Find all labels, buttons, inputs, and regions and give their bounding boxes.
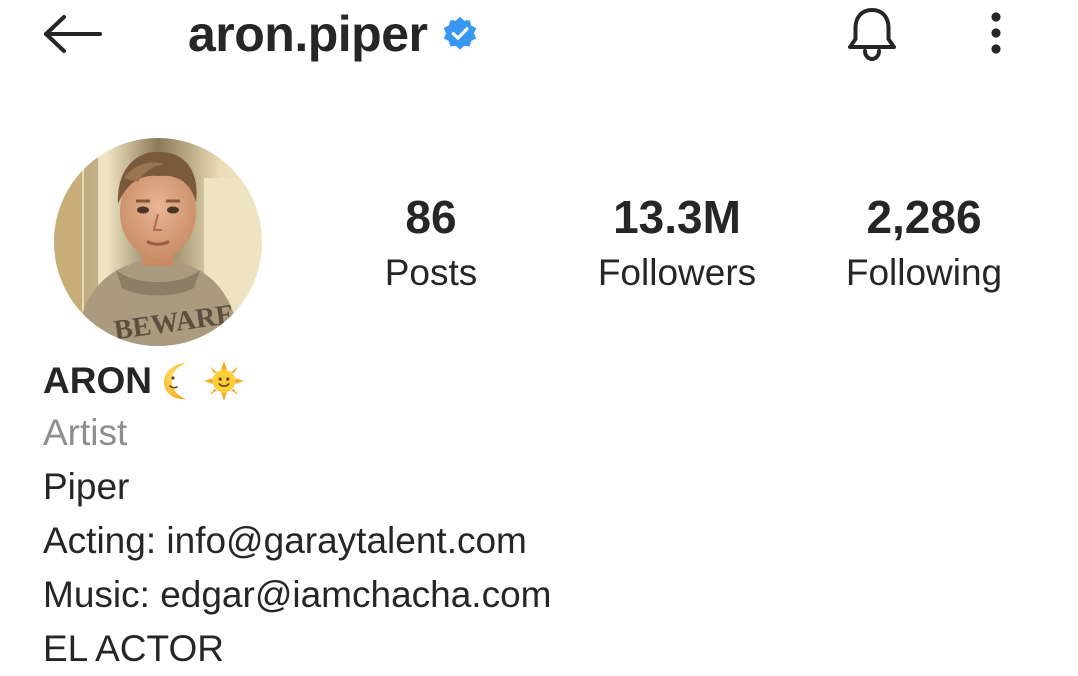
profile-header: aron.piper	[0, 0, 1078, 70]
display-name-text: ARON	[43, 360, 152, 401]
more-options-button[interactable]	[976, 8, 1016, 58]
verified-badge-icon	[441, 15, 479, 53]
more-vertical-icon	[991, 12, 1001, 54]
following-count[interactable]: 2,286 Following	[826, 188, 1022, 296]
followers-count[interactable]: 13.3M Followers	[572, 188, 782, 296]
music-prefix: Music:	[43, 574, 161, 615]
crescent-moon-icon	[158, 361, 198, 401]
following-value: 2,286	[866, 191, 982, 243]
username-text: aron.piper	[188, 6, 428, 62]
followers-label: Followers	[597, 252, 757, 293]
music-email-link[interactable]: edgar@iamchacha.com	[160, 574, 551, 615]
bio-line-acting: Acting: info@garaytalent.com	[43, 514, 1043, 568]
bio-line-music: Music: edgar@iamchacha.com	[43, 568, 1043, 622]
profile-avatar[interactable]: BEWARE	[54, 138, 262, 346]
posts-value: 86	[405, 191, 457, 243]
profile-bio: ARON Artist Piper Acting: info@garaytale…	[43, 356, 1043, 676]
acting-email-link[interactable]: info@garaytalent.com	[166, 520, 526, 561]
profile-category: Artist	[43, 412, 128, 453]
posts-count[interactable]: 86 Posts	[356, 188, 506, 296]
username-title: aron.piper	[188, 4, 479, 64]
bio-line-1: Piper	[43, 466, 130, 507]
back-arrow-icon	[44, 15, 102, 53]
bio-line-4: EL ACTOR	[43, 628, 224, 669]
acting-prefix: Acting:	[43, 520, 167, 561]
display-name: ARON	[43, 356, 1043, 406]
profile-photo: BEWARE	[54, 138, 262, 346]
back-button[interactable]	[40, 12, 106, 56]
posts-label: Posts	[384, 252, 478, 293]
followers-value: 13.3M	[613, 191, 741, 243]
notifications-button[interactable]	[842, 5, 902, 63]
sun-with-face-icon	[203, 361, 244, 401]
bell-icon	[848, 8, 896, 62]
following-label: Following	[845, 252, 1003, 293]
